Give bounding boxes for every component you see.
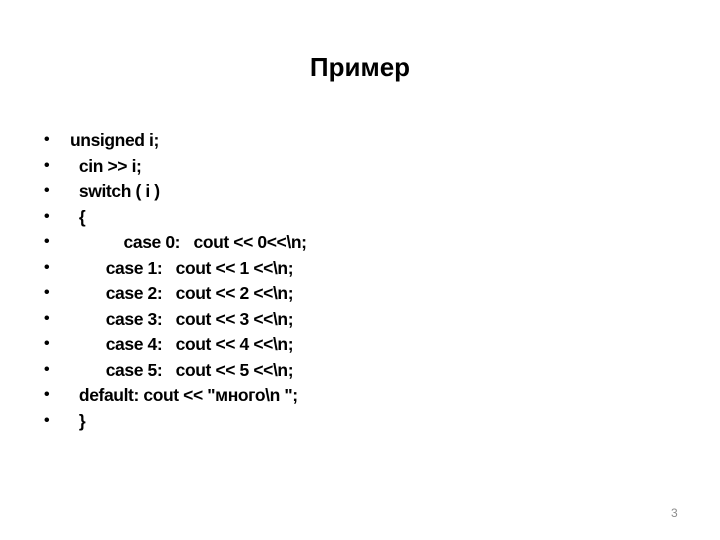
code-line: switch ( i ) (70, 181, 160, 201)
bullet-icon: • (44, 156, 50, 174)
code-line: case 4: cout << 4 <<\n; (70, 334, 294, 354)
code-line: unsigned i; (70, 130, 159, 150)
bullet-icon: • (44, 182, 50, 199)
bullet-icon: • (44, 335, 50, 352)
code-line: case 2: cout << 2 <<\n; (70, 283, 294, 303)
bullet-icon: • (44, 207, 50, 225)
bullet-icon: • (44, 411, 50, 429)
bullet-icon: • (44, 386, 50, 403)
bullet-icon: • (44, 284, 50, 301)
bullet-icon: • (44, 131, 50, 148)
bullet-icon: • (44, 309, 50, 327)
page-number: 3 (671, 506, 678, 520)
bullet-icon: • (44, 360, 50, 378)
slide-title: Пример (309, 52, 411, 82)
code-line: case 0: cout << 0<<\n; (70, 232, 307, 252)
code-line: { (70, 206, 86, 227)
code-line: case 5: cout << 5 <<\n; (70, 359, 294, 380)
code-line: default: cout << "много\n "; (70, 385, 298, 405)
bullet-icon: • (44, 258, 50, 276)
code-line: case 3: cout << 3 <<\n; (70, 308, 294, 329)
code-line: case 1: cout << 1 <<\n; (70, 257, 294, 278)
code-line: } (70, 410, 86, 431)
bullet-icon: • (44, 233, 50, 250)
code-line: cin >> i; (70, 155, 142, 176)
